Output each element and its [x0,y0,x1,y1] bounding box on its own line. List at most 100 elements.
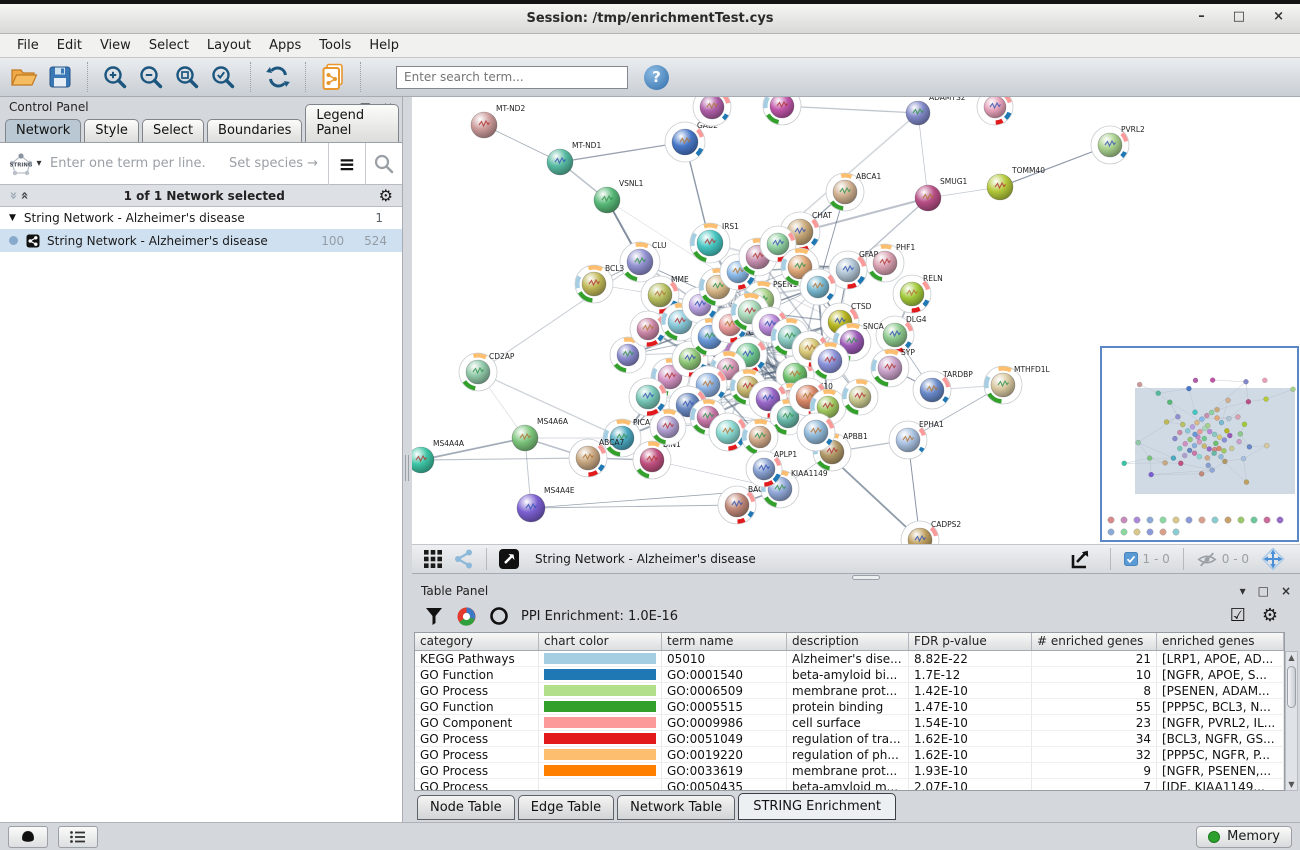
splitter-handle[interactable] [852,575,880,580]
enrichment-row[interactable]: GO ProcessGO:0006509membrane prot...1.42… [415,683,1284,699]
enrichment-row[interactable]: GO FunctionGO:0005515protein binding1.47… [415,699,1284,715]
network-node[interactable] [742,419,778,455]
network-node-reln[interactable]: RELN [893,274,943,313]
tab-boundaries[interactable]: Boundaries [207,119,302,142]
network-node[interactable] [800,269,836,305]
scrollbar-thumb[interactable] [1287,666,1296,708]
network-node-mt-nd2[interactable]: MT-ND2 [471,104,525,138]
export-network-button[interactable] [1068,547,1092,571]
enrichment-row[interactable]: GO ProcessGO:0033619membrane prot...1.93… [415,763,1284,779]
network-node-tardbp[interactable]: TARDBP [913,370,973,409]
search-input[interactable] [396,66,628,89]
enrichment-row[interactable]: GO ProcessGO:0019220regulation of ph...1… [415,747,1284,763]
panel-close-icon[interactable]: × [1281,584,1291,598]
select-rows-icon[interactable]: ☑ [1230,607,1246,625]
horizontal-splitter[interactable] [412,574,1300,581]
zoom-selected-button[interactable] [205,60,241,94]
network-node[interactable] [629,378,667,416]
string-protein-query-selector[interactable]: STRING ▾ [0,150,48,178]
automation-panel-button[interactable] [8,826,48,848]
open-in-new-button[interactable] [498,548,520,570]
network-collection-row[interactable]: ▼ String Network - Alzheimer's disease 1 [0,207,402,229]
tab-string-enrichment[interactable]: STRING Enrichment [738,793,896,820]
string-search-button[interactable] [365,143,402,185]
column-header--enriched-genes[interactable]: # enriched genes [1032,633,1157,650]
maximize-button[interactable]: □ [1233,10,1245,24]
tab-edge-table[interactable]: Edge Table [518,795,614,820]
column-header-term-name[interactable]: term name [662,633,787,650]
menu-layout[interactable]: Layout [198,38,260,53]
network-share-button[interactable] [453,548,475,570]
network-node-tomm40[interactable]: TOMM40 [987,166,1045,200]
menu-view[interactable]: View [91,38,140,53]
save-session-button[interactable] [42,60,78,94]
network-node[interactable] [811,342,849,380]
network-node-adamts2[interactable]: ADAMTS2 [906,97,966,125]
column-header-description[interactable]: description [787,633,909,650]
zoom-in-button[interactable] [97,60,133,94]
panel-float-icon[interactable]: □ [1258,584,1269,598]
network-node[interactable] [977,97,1013,125]
network-panel-gear-icon[interactable]: ⚙ [379,188,393,204]
vertical-splitter[interactable] [403,97,412,822]
network-node[interactable] [709,413,747,451]
expand-all-icon[interactable]: » [18,191,33,199]
network-node-mt-nd1[interactable]: MT-ND1 [547,141,601,175]
minimize-button[interactable]: – [1198,10,1205,24]
network-node-pvrl2[interactable]: PVRL2 [1091,125,1145,164]
zoom-out-button[interactable] [133,60,169,94]
memory-button[interactable]: Memory [1196,826,1292,848]
string-options-button[interactable]: ≡ [328,143,365,185]
network-node-cadps2[interactable]: CADPS2 [901,520,961,544]
enrichment-row[interactable]: GO ProcessGO:0051049regulation of tra...… [415,731,1284,747]
network-node[interactable] [842,379,878,415]
network-node[interactable] [630,311,666,347]
column-header-chart-color[interactable]: chart color [539,633,662,650]
set-species-hint[interactable]: Set species → [229,156,318,171]
scroll-up-icon[interactable]: ▲ [1286,653,1297,662]
tab-network[interactable]: Network [5,119,81,142]
network-node[interactable] [763,97,801,125]
tab-node-table[interactable]: Node Table [417,795,515,820]
open-session-button[interactable] [6,60,42,94]
network-node-abca7[interactable]: ABCA7 [569,438,625,477]
network-from-file-button[interactable] [315,60,351,94]
network-node-syp[interactable]: SYP [871,348,915,387]
string-query-input[interactable] [48,155,229,172]
network-node-ms4a4e[interactable]: MS4A4E [517,486,575,522]
enrichment-row[interactable]: GO FunctionGO:0001540beta-amyloid bi...1… [415,667,1284,683]
tab-style[interactable]: Style [84,119,139,142]
enrichment-row[interactable]: GO ComponentGO:0009986cell surface1.54E-… [415,715,1284,731]
network-node-bin1[interactable]: BIN1 [633,440,681,479]
enrichment-row[interactable]: GO ProcessGO:0050435beta-amyloid m...2.0… [415,779,1284,791]
pan-navigation-button[interactable] [1261,547,1285,571]
network-node[interactable] [797,413,835,451]
network-node-bcl3[interactable]: BCL3 [575,264,624,303]
grid-view-button[interactable] [423,549,443,569]
splitter-handle[interactable] [405,455,409,481]
network-node-epha1[interactable]: EPHA1 [889,420,944,459]
tree-collapse-icon[interactable]: ▼ [9,213,16,223]
tab-network-table[interactable]: Network Table [617,795,735,820]
birds-eye-canvas[interactable] [1102,348,1297,540]
menu-select[interactable]: Select [140,38,198,53]
scroll-down-icon[interactable]: ▼ [1286,780,1297,789]
tab-legend-panel[interactable]: Legend Panel [305,104,399,142]
enrichment-row[interactable]: KEGG Pathways05010Alzheimer's dise...8.8… [415,651,1284,667]
task-history-button[interactable] [58,826,98,848]
tab-select[interactable]: Select [142,119,204,142]
table-settings-gear-icon[interactable]: ⚙ [1262,607,1278,625]
zoom-fit-button[interactable] [169,60,205,94]
network-node-abca1[interactable]: ABCA1 [826,172,882,211]
ring-icon[interactable] [489,606,509,626]
close-button[interactable]: × [1273,10,1284,24]
network-node-mthfd1l[interactable]: MTHFD1L [984,365,1051,404]
refresh-button[interactable] [260,60,296,94]
menu-file[interactable]: File [8,38,48,53]
network-node-smug1[interactable]: SMUG1 [915,177,968,211]
birds-eye-view[interactable] [1100,346,1299,542]
filter-icon[interactable] [424,606,444,626]
column-header-enriched-genes[interactable]: enriched genes [1157,633,1284,650]
network-row[interactable]: String Network - Alzheimer's disease 100… [0,229,402,252]
menu-edit[interactable]: Edit [48,38,91,53]
